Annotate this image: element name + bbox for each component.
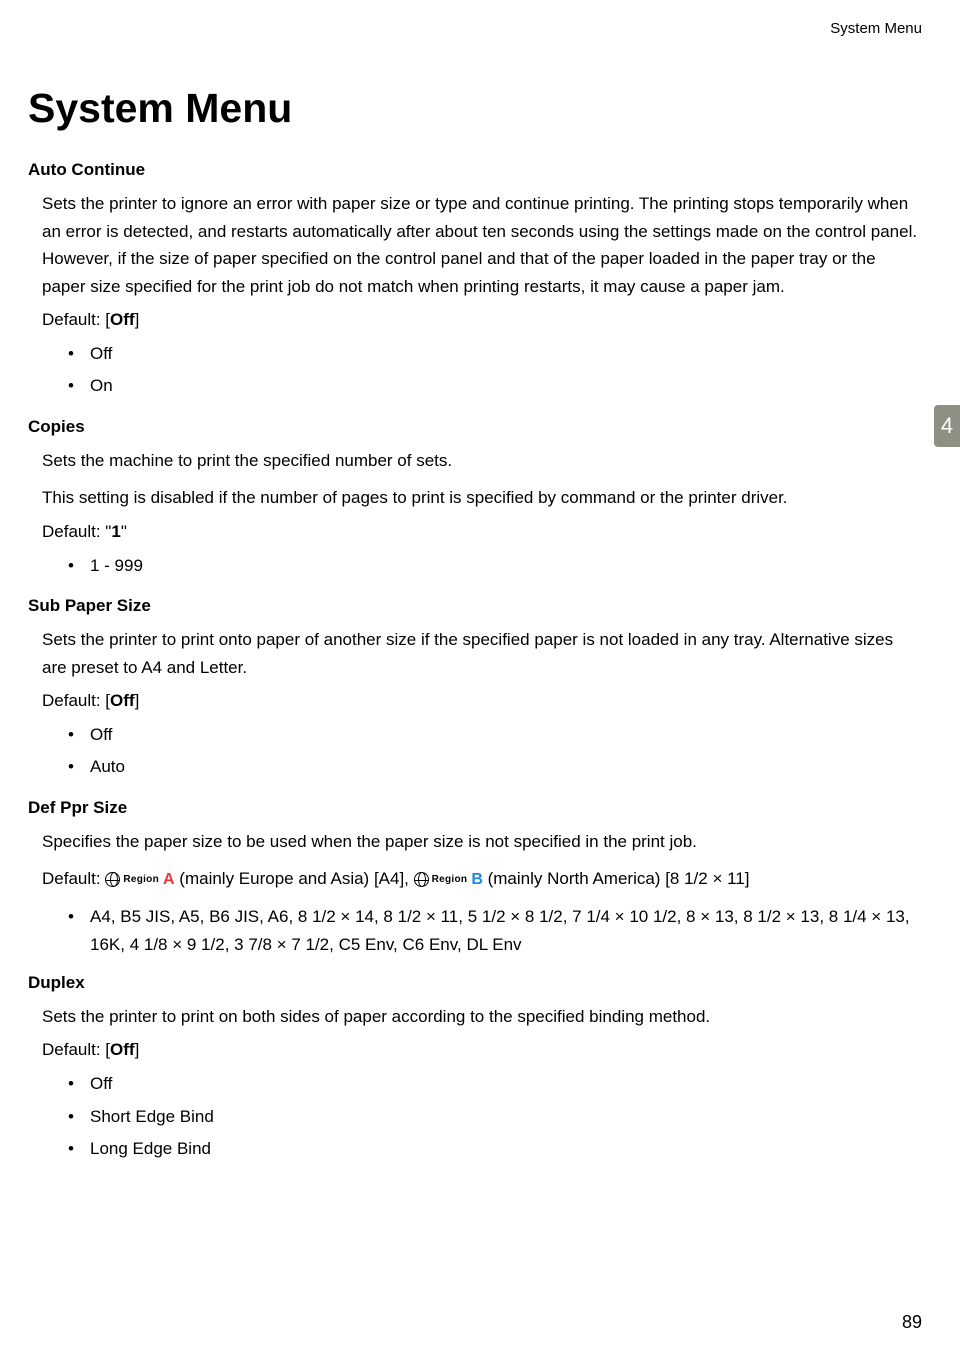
list-item: Off <box>68 719 922 751</box>
default-value: Off <box>110 691 135 710</box>
heading-sub-paper: Sub Paper Size <box>28 596 922 616</box>
default-value: Off <box>110 310 135 329</box>
region-b-text: (mainly North America) [8 1/2 × 11] <box>483 869 750 888</box>
list-item: Off <box>68 1068 922 1100</box>
default-auto-continue: Default: [Off] <box>42 310 922 330</box>
default-suffix: ] <box>135 691 140 710</box>
default-def-ppr: Default: Region A (mainly Europe and Asi… <box>42 865 922 893</box>
options-auto-continue: Off On <box>68 338 922 403</box>
default-value: 1 <box>111 522 120 541</box>
default-sub-paper: Default: [Off] <box>42 691 922 711</box>
region-b-icon: Region B <box>414 871 483 888</box>
default-prefix: Default: " <box>42 522 111 541</box>
running-head: System Menu <box>0 0 960 37</box>
list-item: 1 - 999 <box>68 550 922 582</box>
heading-duplex: Duplex <box>28 973 922 993</box>
default-prefix: Default: [ <box>42 1040 110 1059</box>
para-duplex: Sets the printer to print on both sides … <box>42 1003 922 1031</box>
default-duplex: Default: [Off] <box>42 1040 922 1060</box>
default-suffix: " <box>121 522 127 541</box>
list-item: A4, B5 JIS, A5, B6 JIS, A6, 8 1/2 × 14, … <box>68 903 922 959</box>
region-letter-a: A <box>163 867 175 893</box>
options-copies: 1 - 999 <box>68 550 922 582</box>
para-auto-continue: Sets the printer to ignore an error with… <box>42 190 922 300</box>
options-sub-paper: Off Auto <box>68 719 922 784</box>
options-duplex: Off Short Edge Bind Long Edge Bind <box>68 1068 922 1165</box>
para-sub-paper: Sets the printer to print onto paper of … <box>42 626 922 681</box>
default-prefix: Default: [ <box>42 691 110 710</box>
content: Auto Continue Sets the printer to ignore… <box>0 160 960 1165</box>
list-item: Short Edge Bind <box>68 1101 922 1133</box>
options-def-ppr: A4, B5 JIS, A5, B6 JIS, A6, 8 1/2 × 14, … <box>68 903 922 959</box>
globe-icon <box>105 872 120 887</box>
globe-icon <box>414 872 429 887</box>
default-suffix: ] <box>135 1040 140 1059</box>
default-suffix: ] <box>135 310 140 329</box>
page-title: System Menu <box>28 85 960 132</box>
region-label: Region <box>432 872 468 888</box>
region-a-icon: Region A <box>105 871 174 888</box>
region-label: Region <box>123 872 159 888</box>
default-value: Off <box>110 1040 135 1059</box>
default-prefix: Default: <box>42 869 105 888</box>
para-copies-2: This setting is disabled if the number o… <box>42 484 922 512</box>
chapter-tab: 4 <box>934 405 960 447</box>
heading-copies: Copies <box>28 417 922 437</box>
page-number: 89 <box>902 1312 922 1333</box>
default-prefix: Default: [ <box>42 310 110 329</box>
list-item: On <box>68 370 922 402</box>
region-letter-b: B <box>471 867 483 893</box>
default-copies: Default: "1" <box>42 522 922 542</box>
list-item: Long Edge Bind <box>68 1133 922 1165</box>
heading-def-ppr: Def Ppr Size <box>28 798 922 818</box>
list-item: Off <box>68 338 922 370</box>
list-item: Auto <box>68 751 922 783</box>
heading-auto-continue: Auto Continue <box>28 160 922 180</box>
para-copies-1: Sets the machine to print the specified … <box>42 447 922 475</box>
para-def-ppr: Specifies the paper size to be used when… <box>42 828 922 856</box>
region-a-text: (mainly Europe and Asia) [A4], <box>175 869 414 888</box>
